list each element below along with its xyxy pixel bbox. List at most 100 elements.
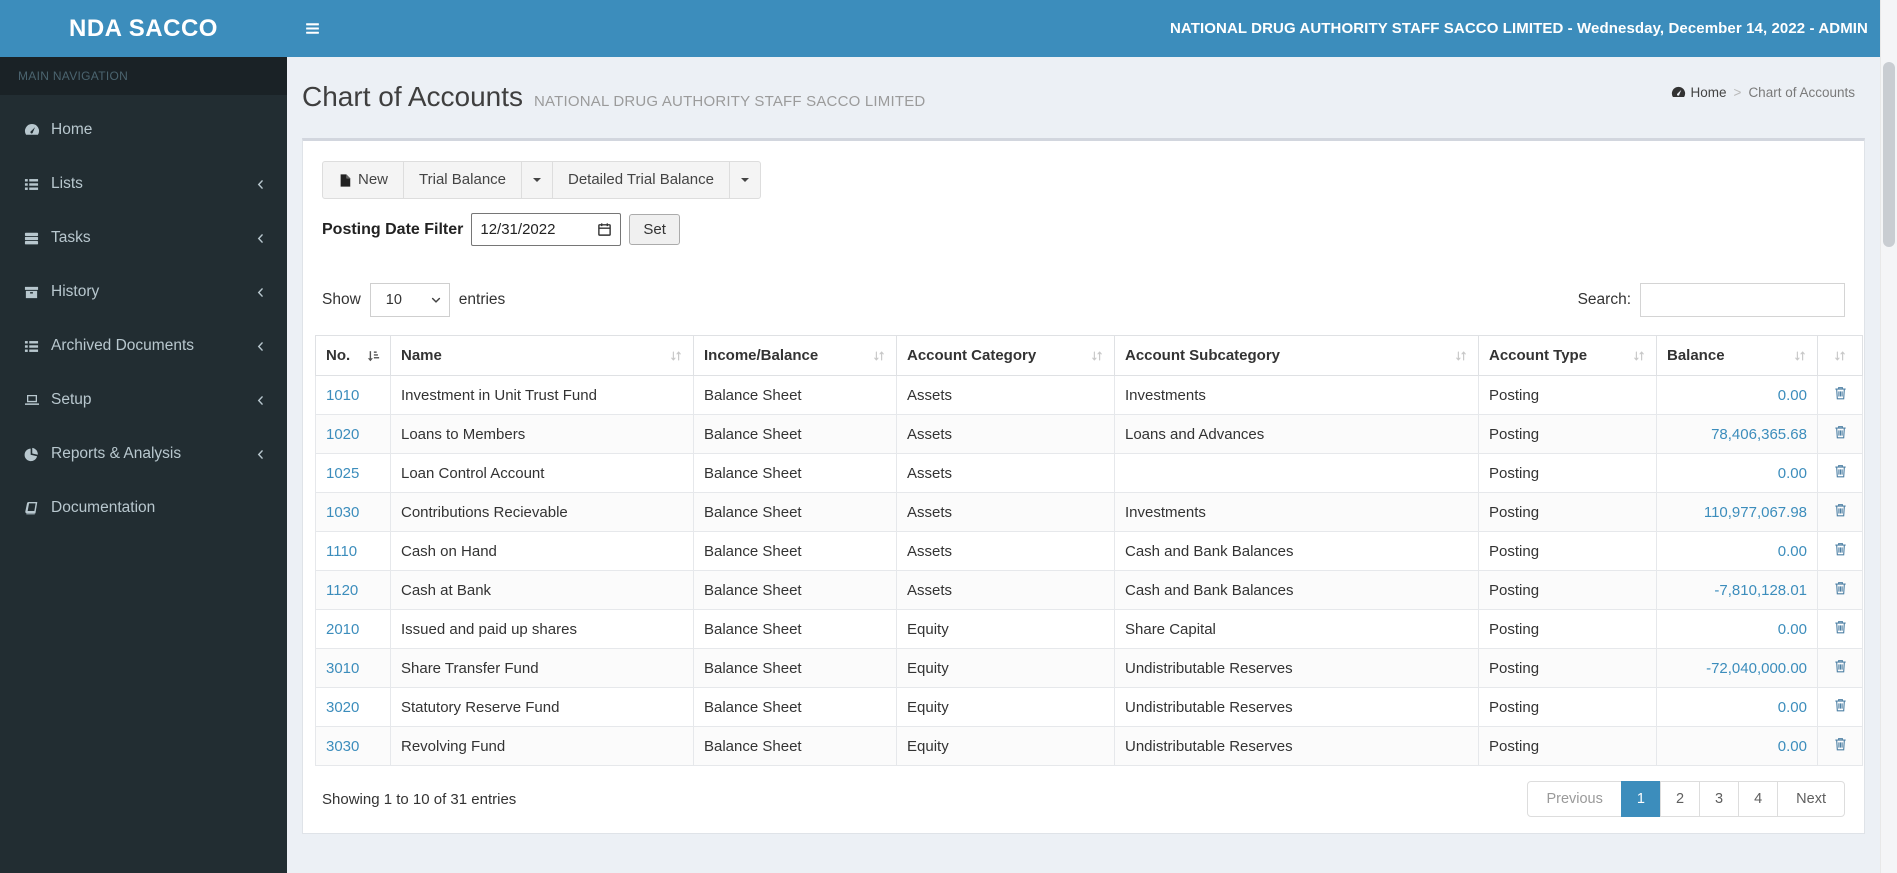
sort-both-icon (1090, 349, 1104, 363)
balance-cell: 0.00 (1656, 375, 1818, 416)
column-header-income-balance[interactable]: Income/Balance (693, 335, 897, 377)
search-input[interactable] (1640, 283, 1845, 318)
sidebar-item-tasks[interactable]: Tasks (0, 211, 287, 265)
account-category-cell: Assets (896, 531, 1115, 572)
column-label: Account Subcategory (1125, 347, 1281, 365)
account-no-link[interactable]: 1030 (326, 504, 359, 521)
brand-logo[interactable]: NDA SACCO (0, 0, 287, 57)
pagination-page-2[interactable]: 2 (1659, 781, 1701, 818)
sidebar-item-archived-documents[interactable]: Archived Documents (0, 319, 287, 373)
balance-link[interactable]: -72,040,000.00 (1706, 660, 1807, 677)
detailed-trial-balance-dropdown-toggle[interactable] (728, 161, 761, 200)
account-type-cell: Posting (1478, 609, 1657, 650)
column-header-account-category[interactable]: Account Category (896, 335, 1115, 377)
sort-both-icon (1793, 349, 1807, 363)
account-no-link[interactable]: 3030 (326, 738, 359, 755)
balance-link[interactable]: 0.00 (1778, 621, 1807, 638)
sidebar-item-history[interactable]: History (0, 265, 287, 319)
trial-balance-button[interactable]: Trial Balance (403, 161, 522, 200)
income-balance-cell: Balance Sheet (693, 726, 897, 767)
trial-balance-dropdown-toggle[interactable] (521, 161, 553, 200)
account-no-link[interactable]: 1110 (326, 543, 357, 560)
sidebar-item-setup[interactable]: Setup (0, 373, 287, 427)
column-header-account-type[interactable]: Account Type (1478, 335, 1657, 377)
balance-link[interactable]: -7,810,128.01 (1714, 582, 1807, 599)
column-header-balance[interactable]: Balance (1656, 335, 1818, 377)
sort-both-icon (1833, 349, 1847, 363)
dashboard-icon (1671, 85, 1686, 100)
balance-cell: 0.00 (1656, 609, 1818, 650)
balance-cell: 0.00 (1656, 453, 1818, 494)
breadcrumb-separator: > (1733, 85, 1742, 100)
trash-icon (1833, 736, 1848, 752)
actions-cell (1817, 453, 1863, 494)
sidebar-item-home[interactable]: Home (0, 103, 287, 157)
delete-button[interactable] (1833, 424, 1848, 440)
delete-button[interactable] (1833, 580, 1848, 596)
account-no-link[interactable]: 3010 (326, 660, 359, 677)
pagination-page-4[interactable]: 4 (1738, 781, 1779, 818)
account-no-link[interactable]: 1010 (326, 387, 359, 404)
delete-button[interactable] (1833, 697, 1848, 713)
content-wrapper: Chart of Accounts NATIONAL DRUG AUTHORIT… (287, 57, 1880, 873)
posting-date-input[interactable]: 12/31/2022 (471, 213, 622, 247)
pagination-previous[interactable]: Previous (1527, 781, 1622, 818)
account-no-link[interactable]: 1020 (326, 426, 359, 443)
trash-icon (1833, 502, 1848, 518)
account-no-cell: 1025 (315, 453, 391, 494)
hamburger-icon[interactable] (287, 0, 338, 57)
column-header-account-subcategory[interactable]: Account Subcategory (1114, 335, 1479, 377)
balance-link[interactable]: 0.00 (1778, 387, 1807, 404)
column-header-actions[interactable] (1817, 335, 1863, 377)
column-header-no[interactable]: No. (315, 335, 391, 377)
sidebar-header: MAIN NAVIGATION (0, 57, 287, 95)
sidebar-item-reports-analysis[interactable]: Reports & Analysis (0, 427, 287, 481)
delete-button[interactable] (1833, 463, 1848, 479)
delete-button[interactable] (1833, 385, 1848, 401)
page-length-select[interactable]: 10 (369, 283, 450, 318)
set-button[interactable]: Set (629, 214, 680, 246)
delete-button[interactable] (1833, 658, 1848, 674)
pagination-page-3[interactable]: 3 (1699, 781, 1740, 818)
balance-link[interactable]: 78,406,365.68 (1711, 426, 1807, 443)
accounts-table: No. Name Income/Balance Account Category Acc… (315, 335, 1863, 767)
delete-button[interactable] (1833, 619, 1848, 635)
calendar-icon[interactable] (597, 222, 612, 237)
delete-button[interactable] (1833, 736, 1848, 752)
sidebar-item-documentation[interactable]: Documentation (0, 481, 287, 535)
toolbar: New Trial Balance Detailed Trial Balance (322, 161, 761, 200)
scrollbar[interactable] (1880, 0, 1897, 873)
account-no-link[interactable]: 2010 (326, 621, 359, 638)
balance-link[interactable]: 0.00 (1778, 465, 1807, 482)
pagination-page-1[interactable]: 1 (1620, 781, 1661, 818)
balance-link[interactable]: 0.00 (1778, 738, 1807, 755)
account-no-link[interactable]: 1025 (326, 465, 359, 482)
account-no-link[interactable]: 3020 (326, 699, 359, 716)
content-header: Chart of Accounts NATIONAL DRUG AUTHORIT… (287, 57, 1880, 138)
top-navbar: NATIONAL DRUG AUTHORITY STAFF SACCO LIMI… (287, 0, 1880, 57)
account-name-cell: Cash on Hand (390, 531, 694, 572)
delete-button[interactable] (1833, 502, 1848, 518)
delete-button[interactable] (1833, 541, 1848, 557)
balance-link[interactable]: 110,977,067.98 (1704, 504, 1807, 521)
table-row: 3010 Share Transfer Fund Balance Sheet Equi… (315, 648, 1863, 689)
column-header-name[interactable]: Name (390, 335, 694, 377)
pie-chart-icon (18, 447, 45, 462)
breadcrumb-home-link[interactable]: Home (1671, 85, 1727, 100)
balance-link[interactable]: 0.00 (1778, 699, 1807, 716)
actions-cell (1817, 492, 1863, 533)
column-label: Account Type (1489, 347, 1588, 365)
search-control: Search: (1578, 283, 1845, 318)
sidebar-item-label: Lists (51, 175, 83, 192)
detailed-trial-balance-button[interactable]: Detailed Trial Balance (552, 161, 730, 200)
account-no-link[interactable]: 1120 (326, 582, 358, 599)
sort-asc-icon (366, 349, 380, 363)
pagination-next[interactable]: Next (1777, 781, 1845, 818)
account-no-cell: 3010 (315, 648, 391, 689)
scrollbar-thumb[interactable] (1883, 62, 1895, 247)
income-balance-cell: Balance Sheet (693, 609, 897, 650)
sidebar-item-lists[interactable]: Lists (0, 157, 287, 211)
balance-cell: 0.00 (1656, 726, 1818, 767)
new-button[interactable]: New (322, 161, 405, 200)
balance-link[interactable]: 0.00 (1778, 543, 1807, 560)
